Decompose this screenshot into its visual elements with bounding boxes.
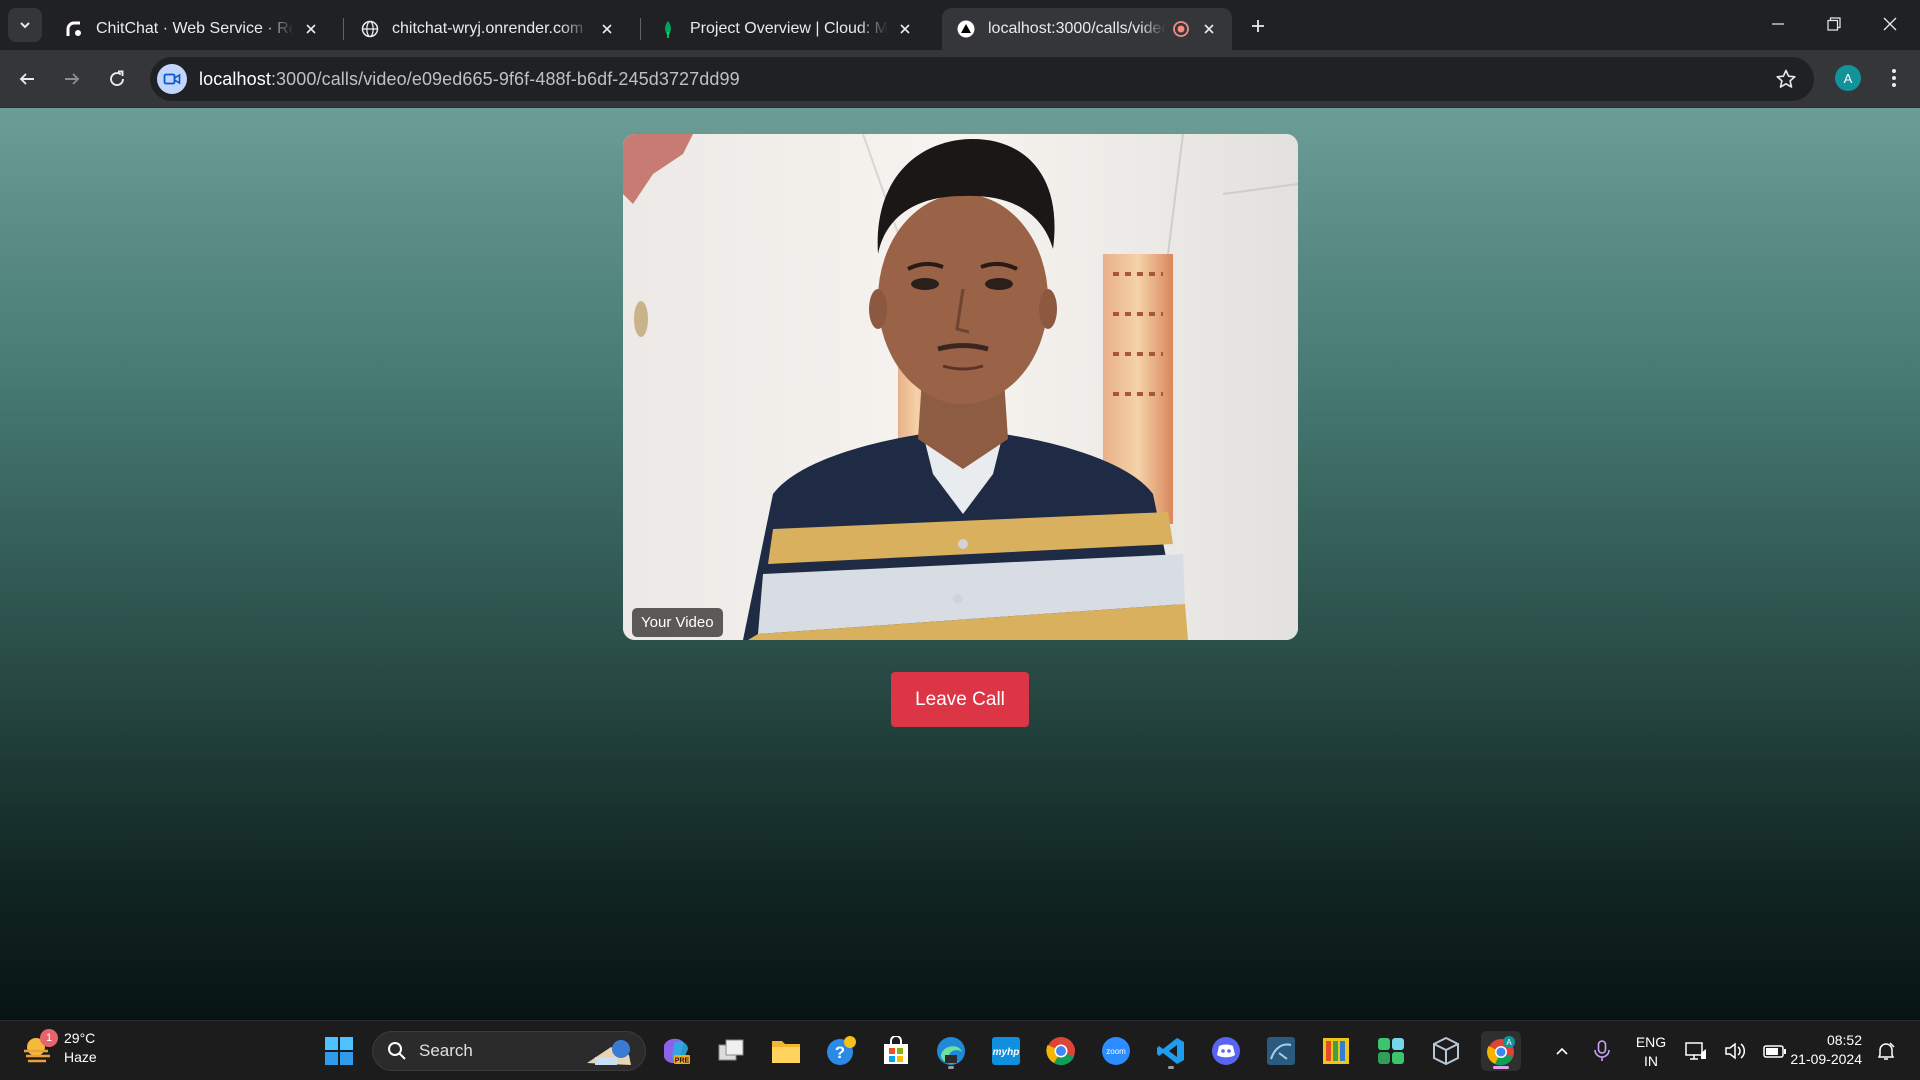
browser-toolbar: localhost:3000/calls/video/e09ed665-9f6f… [0, 50, 1920, 108]
search-icon [388, 1042, 406, 1060]
vercel-triangle-icon [956, 19, 976, 39]
language-indicator[interactable]: ENG IN [1628, 1033, 1674, 1071]
task-view-icon[interactable] [711, 1031, 751, 1071]
chrome-icon[interactable] [1041, 1031, 1081, 1071]
bookmark-star-icon[interactable] [1774, 67, 1798, 91]
weather-badge: 1 [40, 1029, 58, 1047]
url-path: :3000/calls/video/e09ed665-9f6f-488f-b6d… [270, 68, 740, 89]
get-help-icon[interactable]: ? [821, 1031, 861, 1071]
tab-title: ChitChat · Web Service · Render [96, 20, 294, 37]
close-icon[interactable] [894, 18, 916, 40]
camera-feed-image [623, 134, 1298, 640]
svg-text:zoom: zoom [1106, 1047, 1126, 1056]
svg-text:A: A [1506, 1038, 1512, 1047]
render-logo-icon [64, 19, 84, 39]
chevron-up-icon[interactable] [1542, 1031, 1582, 1071]
visual-studio-installer-icon[interactable] [1316, 1031, 1356, 1071]
language-code: ENG [1635, 1034, 1667, 1050]
back-button[interactable] [10, 62, 44, 96]
tab-title: localhost:3000/calls/video/e09ed665-9f6f… [988, 20, 1166, 37]
close-icon[interactable] [596, 18, 618, 40]
search-label: Search [419, 1041, 473, 1060]
clock-date: 21-09-2024 [1790, 1051, 1862, 1067]
clock[interactable]: 08:52 21-09-2024 [1784, 1031, 1862, 1069]
plus-icon [1252, 20, 1264, 32]
new-tab-button[interactable] [1244, 12, 1272, 40]
close-icon[interactable] [1198, 18, 1220, 40]
reload-icon [110, 70, 124, 86]
local-video: Your Video [623, 134, 1298, 640]
start-button[interactable] [319, 1031, 359, 1071]
tab-localhost-call[interactable]: localhost:3000/calls/video/e09ed665-9f6f… [942, 8, 1232, 50]
recording-icon [1170, 18, 1192, 40]
video-label: Your Video [632, 608, 723, 637]
globe-icon [360, 19, 380, 39]
arrow-left-icon [19, 73, 34, 85]
edge-dev-icon[interactable] [931, 1031, 971, 1071]
running-indicator [1168, 1066, 1174, 1069]
microsoft-store-icon[interactable] [876, 1031, 916, 1071]
zoom-icon[interactable]: zoom [1096, 1031, 1136, 1071]
url-host: localhost [199, 68, 271, 89]
arrow-right-icon [65, 73, 80, 85]
restore-icon [1827, 17, 1841, 31]
discord-icon[interactable] [1206, 1031, 1246, 1071]
leave-call-button[interactable]: Leave Call [891, 672, 1029, 727]
weather-temp: 29°C [64, 1030, 96, 1046]
language-region: IN [1644, 1053, 1658, 1069]
chevron-down-icon [20, 22, 30, 29]
svg-text:myhp: myhp [993, 1047, 1020, 1058]
tab-title: Project Overview | Cloud: MongoDB Cloud [690, 20, 888, 37]
tab-search-button[interactable] [8, 8, 42, 42]
search-highlight-icon [587, 1040, 631, 1065]
tab-mongodb[interactable]: Project Overview | Cloud: MongoDB Cloud [644, 8, 928, 50]
running-indicator [948, 1066, 954, 1069]
forward-button[interactable] [55, 62, 89, 96]
weather-widget[interactable]: 1 29°C Haze [22, 1029, 97, 1067]
windows-taskbar: 1 29°C Haze Search PRE ? myhp zoom A ENG… [0, 1020, 1920, 1080]
windows-logo-icon [325, 1037, 353, 1065]
more-menu-icon[interactable] [1880, 64, 1908, 92]
svg-text:?: ? [835, 1043, 845, 1062]
profile-avatar[interactable]: A [1835, 65, 1861, 91]
close-window-button[interactable] [1862, 0, 1918, 48]
tab-onrender[interactable]: chitchat-wryj.onrender.com [346, 8, 630, 50]
camera-permission-icon[interactable] [157, 64, 187, 94]
tab-strip: ChitChat · Web Service · Render chitchat… [0, 0, 1920, 50]
virtualbox-icon[interactable] [1426, 1031, 1466, 1071]
weather-haze-icon: 1 [22, 1029, 58, 1065]
mongodb-leaf-icon [658, 19, 678, 39]
tab-title: chitchat-wryj.onrender.com [392, 20, 584, 37]
svg-text:PRE: PRE [675, 1058, 690, 1065]
close-icon [1883, 17, 1897, 31]
tab-divider [343, 18, 344, 40]
system-tray-status[interactable] [1676, 1031, 1796, 1071]
network-icon [1684, 1042, 1706, 1060]
address-bar[interactable]: localhost:3000/calls/video/e09ed665-9f6f… [150, 57, 1814, 101]
close-icon[interactable] [300, 18, 322, 40]
minimize-icon [1772, 23, 1784, 25]
file-explorer-icon[interactable] [766, 1031, 806, 1071]
app-puzzle-icon[interactable] [1371, 1031, 1411, 1071]
clock-time: 08:52 [1826, 1032, 1862, 1048]
tab-divider [640, 18, 641, 40]
microphone-icon[interactable] [1582, 1031, 1622, 1071]
weather-condition: Haze [64, 1049, 97, 1065]
myhp-icon[interactable]: myhp [986, 1031, 1026, 1071]
taskbar-search[interactable]: Search [372, 1031, 646, 1071]
chrome-profile-icon[interactable]: A [1481, 1031, 1521, 1071]
volume-icon [1725, 1042, 1746, 1060]
restore-button[interactable] [1806, 0, 1862, 48]
notification-bell-icon[interactable] [1866, 1031, 1906, 1071]
mysql-workbench-icon[interactable] [1261, 1031, 1301, 1071]
vscode-icon[interactable] [1151, 1031, 1191, 1071]
minimize-button[interactable] [1750, 0, 1806, 48]
call-page: Your Video Leave Call [0, 108, 1920, 1020]
url-text: localhost:3000/calls/video/e09ed665-9f6f… [199, 69, 740, 90]
copilot-preview-icon[interactable]: PRE [656, 1031, 696, 1071]
tab-render[interactable]: ChitChat · Web Service · Render [50, 8, 334, 50]
reload-button[interactable] [100, 62, 134, 96]
active-indicator [1493, 1066, 1509, 1069]
